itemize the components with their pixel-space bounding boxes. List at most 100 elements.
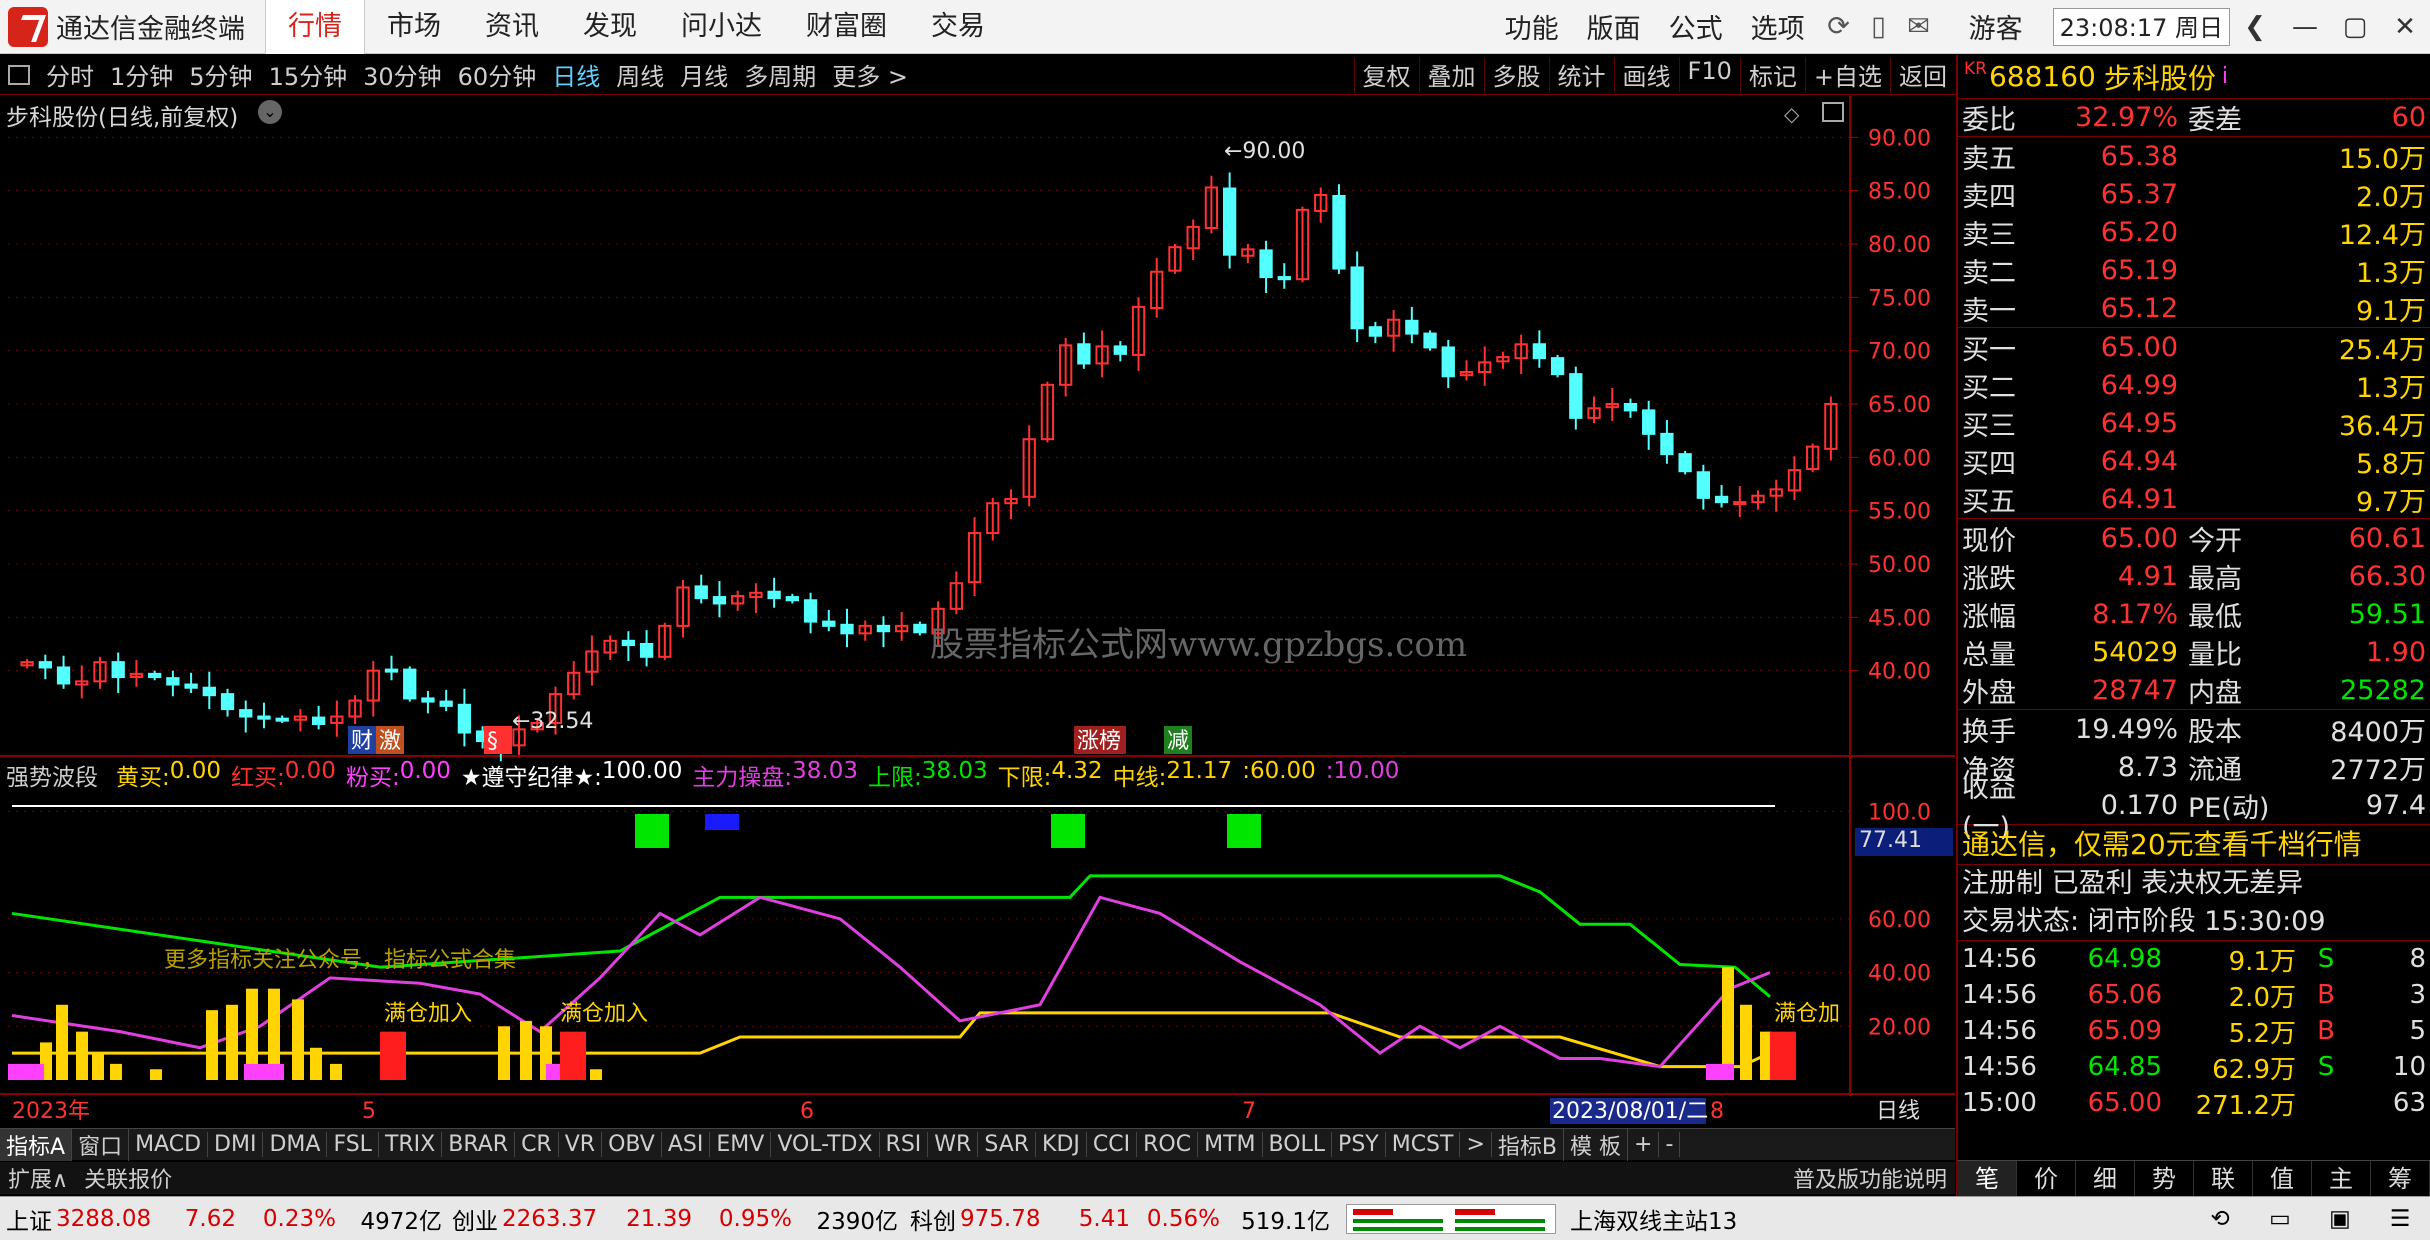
toolbar-button-2[interactable]: 多股 <box>1483 57 1549 92</box>
menu-item-1[interactable]: 版面 <box>1573 7 1655 46</box>
toolbar-button-8[interactable]: 返回 <box>1890 57 1955 92</box>
indicator-tab-25[interactable]: 指标B <box>1492 1128 1564 1161</box>
phone-icon[interactable]: ▯ <box>1859 11 1899 42</box>
toolbar-button-4[interactable]: 画线 <box>1613 57 1679 92</box>
period-10[interactable]: 更多 > <box>824 57 916 92</box>
period-1[interactable]: 1分钟 <box>102 57 181 92</box>
indicator-tab-12[interactable]: EMV <box>710 1132 772 1157</box>
quote-row: 外盘 28747 内盘 25282 <box>1962 674 2426 709</box>
minimize-icon[interactable]: — <box>2280 12 2330 42</box>
menu-item-2[interactable]: 公式 <box>1655 7 1737 46</box>
indicator-tab-21[interactable]: BOLL <box>1263 1132 1333 1157</box>
indicator-tab-10[interactable]: OBV <box>602 1132 662 1157</box>
quote-tab-5[interactable]: 值 <box>2253 1161 2312 1196</box>
indicator-tab-15[interactable]: WR <box>928 1132 979 1157</box>
quote-tab-0[interactable]: 笔 <box>1958 1161 2017 1196</box>
indicator-tab-19[interactable]: ROC <box>1137 1132 1199 1157</box>
diamond-icon[interactable]: ◇ <box>1784 102 1799 126</box>
cy-index-label[interactable]: 创业 <box>442 1202 502 1236</box>
function-help-link[interactable]: 普及版功能说明 <box>1785 1162 1955 1194</box>
toolbar-button-5[interactable]: F10 <box>1678 57 1740 92</box>
indicator-tab-7[interactable]: BRAR <box>442 1132 516 1157</box>
indicator-tab-8[interactable]: CR <box>515 1132 559 1157</box>
panel-icon[interactable] <box>1822 102 1844 122</box>
indicator-tab-11[interactable]: ASI <box>662 1132 711 1157</box>
indicator-tab-24[interactable]: > <box>1460 1132 1492 1157</box>
server-status[interactable]: 上海双线主站13 <box>1556 1202 1751 1236</box>
quote-tab-2[interactable]: 细 <box>2076 1161 2135 1196</box>
indicator-tab-4[interactable]: DMA <box>263 1132 328 1157</box>
toolbar-button-0[interactable]: 复权 <box>1353 57 1419 92</box>
period-4[interactable]: 30分钟 <box>355 57 450 92</box>
period-7[interactable]: 周线 <box>608 57 672 92</box>
tab-0[interactable]: 行情 <box>265 0 365 54</box>
indicator-tab-17[interactable]: KDJ <box>1036 1132 1087 1157</box>
chevron-down-icon[interactable]: ⌄ <box>258 100 282 124</box>
indicator-tab-9[interactable]: VR <box>559 1132 603 1157</box>
expand-button[interactable]: 扩展∧ <box>0 1162 76 1194</box>
period-0[interactable]: 分时 <box>38 57 102 92</box>
tab-3[interactable]: 发现 <box>561 0 659 54</box>
kc-index-label[interactable]: 科创 <box>898 1202 960 1236</box>
toolbar-button-7[interactable]: +自选 <box>1804 57 1890 92</box>
indicator-tab-20[interactable]: MTM <box>1198 1132 1263 1157</box>
back-icon[interactable]: ❮ <box>2230 12 2280 42</box>
chart-area[interactable]: 90.00 85.00 80.00 75.00 70.00 65.00 60.00 55.00… <box>0 96 1955 1124</box>
indicator-tab-0[interactable]: 指标A <box>0 1128 73 1161</box>
tab-5[interactable]: 财富圈 <box>784 0 909 54</box>
tab-1[interactable]: 市场 <box>365 0 463 54</box>
indicator-name[interactable]: 强势波段 <box>6 758 98 792</box>
quote-tab-3[interactable]: 势 <box>2135 1161 2194 1196</box>
candle <box>1405 319 1419 335</box>
quote-tab-6[interactable]: 主 <box>2312 1161 2371 1196</box>
indicator-tab-18[interactable]: CCI <box>1087 1132 1138 1157</box>
indicator-tab-16[interactable]: SAR <box>978 1132 1037 1157</box>
period-6[interactable]: 日线 <box>544 57 608 92</box>
toolbar-button-1[interactable]: 叠加 <box>1418 57 1484 92</box>
indicator-tab-5[interactable]: FSL <box>327 1132 379 1157</box>
period-2[interactable]: 5分钟 <box>181 57 260 92</box>
menu-icon[interactable]: ☰ <box>2370 1206 2430 1232</box>
close-icon[interactable]: ✕ <box>2380 12 2430 42</box>
toolbar-button-6[interactable]: 标记 <box>1739 57 1805 92</box>
period-5[interactable]: 60分钟 <box>450 57 545 92</box>
indicator-tab-26[interactable]: 模 板 <box>1564 1128 1628 1161</box>
tab-6[interactable]: 交易 <box>909 0 1007 54</box>
related-quote-button[interactable]: 关联报价 <box>76 1162 180 1194</box>
refresh-icon[interactable]: ⟳ <box>1819 11 1859 42</box>
panel-toggle-icon[interactable] <box>8 64 30 85</box>
quote-tab-4[interactable]: 联 <box>2194 1161 2253 1196</box>
layout-icon[interactable]: ▭ <box>2250 1206 2310 1232</box>
guest-login[interactable]: 游客 <box>1939 7 2053 46</box>
menu-item-3[interactable]: 选项 <box>1737 7 1819 46</box>
tab-4[interactable]: 问小达 <box>659 0 784 54</box>
quote-tab-7[interactable]: 筹 <box>2371 1161 2430 1196</box>
period-8[interactable]: 月线 <box>672 57 736 92</box>
indicator-tab-27[interactable]: + <box>1628 1132 1660 1157</box>
sync-icon[interactable]: ⟲ <box>2190 1206 2250 1232</box>
indicator-tab-1[interactable]: 窗口 <box>72 1128 130 1161</box>
promo-banner[interactable]: 通达信，仅需20元查看千档行情 <box>1958 825 2430 865</box>
indicator-tab-3[interactable]: DMI <box>208 1132 264 1157</box>
pink-bar <box>1706 1063 1734 1080</box>
period-9[interactable]: 多周期 <box>736 57 824 92</box>
window-icon[interactable]: ▣ <box>2310 1206 2370 1232</box>
menu-item-0[interactable]: 功能 <box>1491 7 1573 46</box>
indicator-tab-22[interactable]: PSY <box>1332 1132 1386 1157</box>
quote-tab-1[interactable]: 价 <box>2017 1161 2076 1196</box>
indicator-tab-28[interactable]: - <box>1659 1132 1681 1157</box>
indicator-tab-13[interactable]: VOL-TDX <box>771 1132 880 1157</box>
indicator-tab-6[interactable]: TRIX <box>379 1132 443 1157</box>
mail-icon[interactable]: ✉ <box>1899 11 1939 42</box>
info-icon[interactable]: i <box>2222 64 2228 89</box>
signal-block <box>705 814 739 830</box>
indicator-tab-23[interactable]: MCST <box>1386 1132 1461 1157</box>
maximize-icon[interactable]: ▢ <box>2330 12 2380 42</box>
period-3[interactable]: 15分钟 <box>261 57 356 92</box>
toolbar-button-3[interactable]: 统计 <box>1548 57 1614 92</box>
candle <box>694 585 708 600</box>
indicator-tab-2[interactable]: MACD <box>129 1132 209 1157</box>
tab-2[interactable]: 资讯 <box>463 0 561 54</box>
sh-index-label[interactable]: 上证 <box>0 1202 56 1236</box>
indicator-tab-14[interactable]: RSI <box>880 1132 929 1157</box>
